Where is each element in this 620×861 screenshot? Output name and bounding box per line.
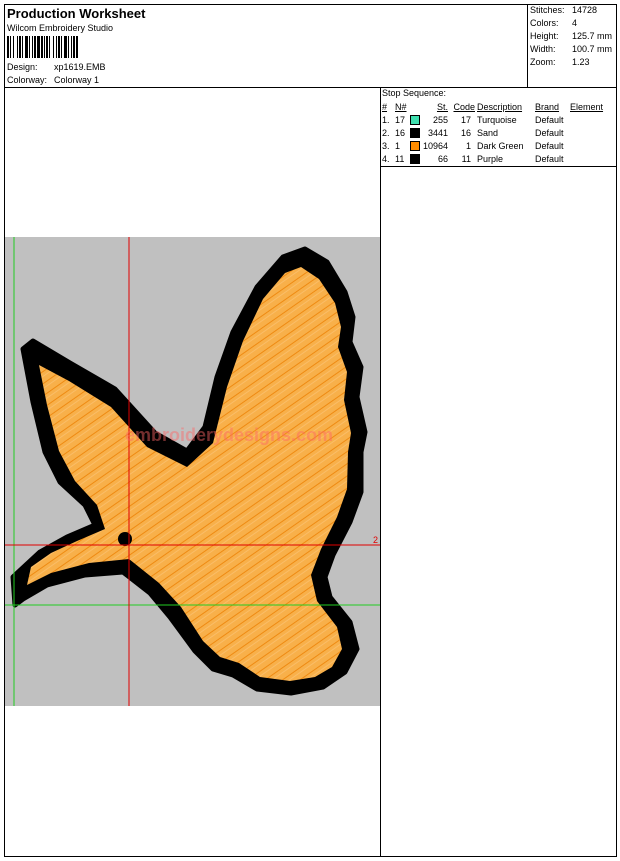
color-description: Dark Green: [477, 140, 524, 151]
color-code: 11: [461, 153, 471, 164]
color-description: Purple: [477, 153, 504, 164]
table-header-row: # N# St. Code Description Brand Element: [382, 100, 603, 113]
needle-number: 11: [395, 153, 405, 164]
swatch-column: [410, 100, 422, 113]
color-code: 1: [465, 140, 471, 151]
stats-panel: Stitches: 14728 Colors: 4 Height: 125.7 mm …: [530, 5, 616, 85]
table-row: 2. 16 3441 16 Sand Default: [382, 126, 603, 139]
column-header: Element: [570, 101, 604, 112]
color-description: Turquoise: [477, 114, 517, 125]
color-code: 17: [460, 114, 471, 125]
colorway-value: Colorway 1: [54, 75, 100, 85]
stat-label: Colors:: [530, 18, 559, 28]
stop-sequence-divider: [380, 166, 617, 167]
row-index: 4.: [382, 153, 390, 164]
color-description: Sand: [477, 127, 499, 138]
stat-value: 100.7 mm: [572, 44, 613, 54]
design-preview: 2 embroiderydesigns.com: [5, 237, 380, 706]
stitch-count: 3441: [427, 127, 448, 138]
column-header: Brand: [535, 101, 560, 112]
software-name: Wilcom Embroidery Studio: [7, 23, 114, 33]
color-swatch: [410, 140, 420, 151]
stats-divider: [527, 4, 528, 87]
column-header: N#: [395, 101, 407, 112]
stat-value: 4: [572, 18, 578, 28]
brand: Default: [535, 153, 564, 164]
color-swatch: [410, 153, 420, 164]
stitch-count: 10964: [422, 140, 448, 151]
marker-label: 2: [373, 535, 378, 545]
row-index: 2.: [382, 127, 390, 138]
stitch-count: 66: [437, 153, 448, 164]
stat-label: Zoom:: [530, 57, 556, 67]
header-divider: [4, 87, 617, 88]
barcode: [7, 36, 131, 58]
brand: Default: [535, 140, 564, 151]
table-row: 1. 17 255 17 Turquoise Default: [382, 113, 603, 126]
stat-value: 1.23: [572, 57, 590, 67]
row-index: 3.: [382, 140, 390, 151]
needle-number: 1: [395, 140, 401, 151]
design-value: xp1619.EMB: [54, 62, 106, 72]
eagle-eye: [118, 532, 132, 546]
table-row: 4. 11 66 11 Purple Default: [382, 152, 603, 165]
stitch-count: 255: [432, 114, 448, 125]
stat-value: 125.7 mm: [572, 31, 613, 41]
stat-label: Width:: [530, 44, 556, 54]
brand: Default: [535, 114, 564, 125]
column-header: #: [382, 101, 388, 112]
column-header: Description: [477, 101, 523, 112]
watermark: embroiderydesigns.com: [125, 425, 333, 445]
row-index: 1.: [382, 114, 390, 125]
sidebar-divider: [380, 87, 381, 857]
color-swatch: [410, 114, 420, 125]
barcode-bar: [78, 36, 79, 58]
stat-value: 14728: [572, 5, 598, 15]
stat-label: Height:: [530, 31, 559, 41]
page-title: Production Worksheet: [7, 6, 146, 21]
column-header: Code: [453, 101, 475, 112]
needle-number: 17: [395, 114, 406, 125]
stop-sequence-table: # N# St. Code Description Brand Element …: [382, 100, 603, 165]
color-code: 16: [460, 127, 471, 138]
table-row: 3. 1 10964 1 Dark Green Default: [382, 139, 603, 152]
colorway-label: Colorway:: [7, 75, 48, 85]
stop-sequence-title: Stop Sequence:: [382, 88, 447, 98]
design-label: Design:: [7, 62, 38, 72]
stat-label: Stitches:: [530, 5, 565, 15]
brand: Default: [535, 127, 564, 138]
column-header: St.: [436, 101, 448, 112]
needle-number: 16: [395, 127, 406, 138]
color-swatch: [410, 127, 420, 138]
